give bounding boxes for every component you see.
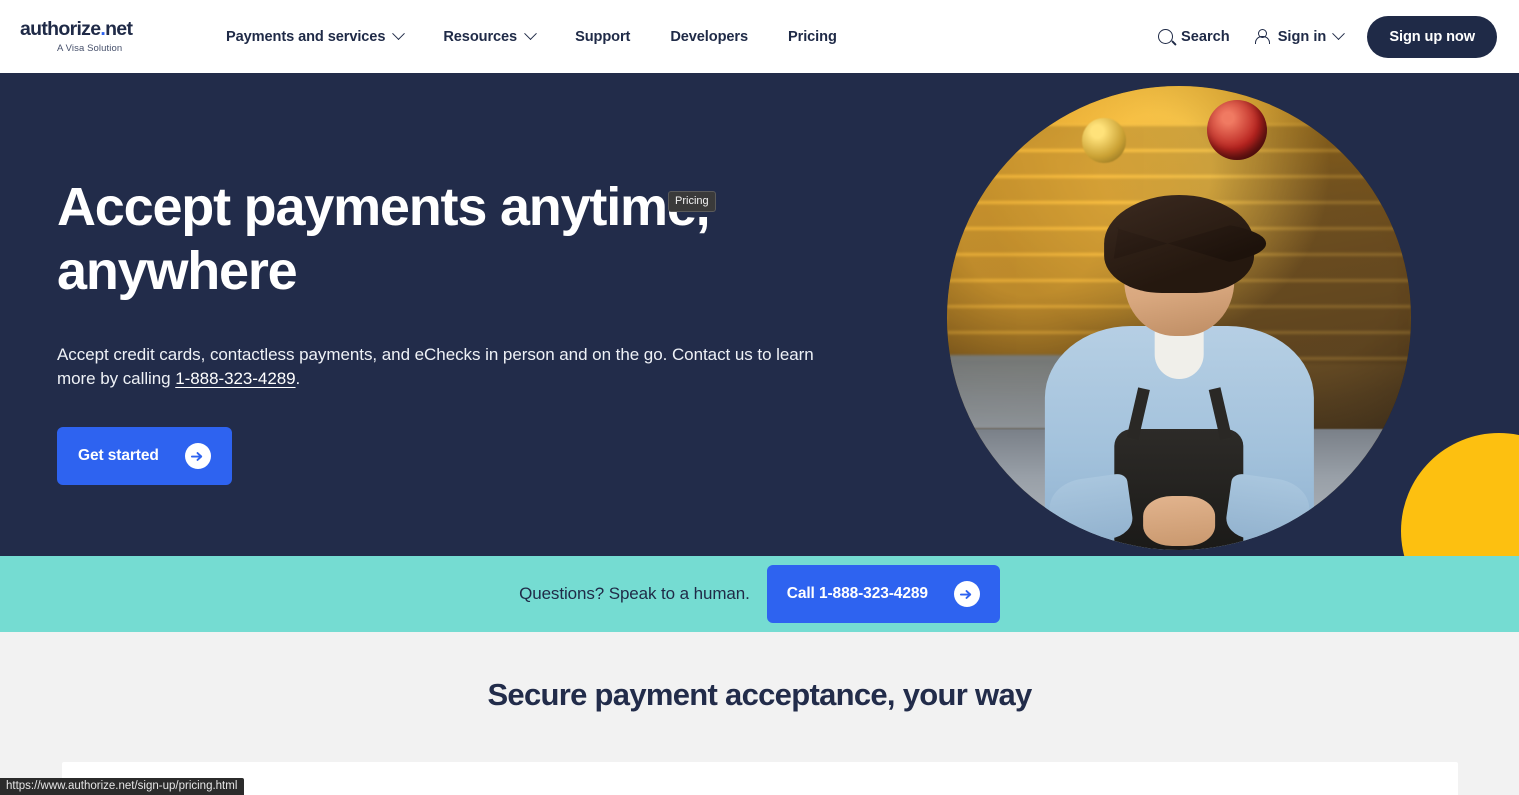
nav-label: Developers (670, 28, 748, 45)
site-logo[interactable]: authorize.net A Visa Solution (20, 18, 152, 54)
red-ornament (1206, 99, 1268, 161)
hero-phone-link[interactable]: 1-888-323-4289 (175, 369, 295, 388)
search-icon (1158, 29, 1174, 44)
call-button[interactable]: Call 1-888-323-4289 (766, 565, 1000, 623)
hero-paragraph-before: Accept credit cards, contactless payment… (57, 345, 814, 388)
logo-subtitle: A Visa Solution (57, 42, 123, 54)
hero-section: Accept payments anytime, anywhere Accept… (0, 73, 1519, 556)
arrow-right-icon (184, 443, 211, 469)
page-root: authorize.net A Visa Solution Payments a… (0, 0, 1519, 795)
nav-label: Pricing (788, 28, 837, 45)
logo-tld: net (105, 18, 133, 40)
link-tooltip: Pricing (668, 191, 716, 212)
nav-item-payments-and-services[interactable]: Payments and services (206, 21, 423, 53)
person-hands (1142, 495, 1216, 547)
call-button-label: Call 1-888-323-4289 (786, 585, 928, 602)
nav-item-pricing[interactable]: Pricing (768, 21, 857, 53)
get-started-label: Get started (78, 447, 159, 464)
primary-navigation: Payments and services Resources Support … (206, 21, 857, 53)
hero-copy: Accept payments anytime, anywhere Accept… (57, 175, 857, 485)
logo-wordmark: authorize.net (20, 18, 133, 40)
search-button[interactable]: Search (1146, 21, 1242, 53)
secure-payment-section: Secure payment acceptance, your way (0, 632, 1519, 795)
nav-label: Support (575, 28, 631, 45)
sign-in-label: Sign in (1277, 28, 1327, 45)
contact-banner: Questions? Speak to a human. Call 1-888-… (0, 556, 1519, 632)
hero-paragraph-after: . (295, 369, 301, 388)
person-hair (1103, 195, 1255, 294)
photo-person (1044, 188, 1314, 550)
browser-status-bar: https://www.authorize.net/sign-up/pricin… (0, 778, 245, 795)
gold-ornament (1081, 118, 1126, 163)
section-heading: Secure payment acceptance, your way (487, 677, 1032, 712)
chevron-down-icon (392, 27, 406, 41)
search-label: Search (1181, 28, 1230, 45)
header-actions: Search Sign in Sign up now (1146, 15, 1519, 58)
nav-label: Resources (443, 28, 518, 45)
apron-strap-left (1126, 387, 1150, 440)
nav-item-resources[interactable]: Resources (423, 21, 555, 53)
apron-strap-right (1208, 387, 1232, 440)
get-started-button[interactable]: Get started (57, 427, 232, 485)
decorative-yellow-circle (1401, 433, 1519, 556)
section-card (62, 762, 1458, 795)
chevron-down-icon (1332, 27, 1346, 41)
chevron-down-icon (524, 27, 537, 41)
contact-banner-text: Questions? Speak to a human. (519, 584, 750, 603)
hero-paragraph: Accept credit cards, contactless payment… (57, 343, 827, 391)
nav-item-support[interactable]: Support (555, 21, 650, 53)
sign-up-now-button[interactable]: Sign up now (1367, 15, 1497, 58)
sign-in-menu[interactable]: Sign in (1242, 21, 1356, 53)
hero-photo (947, 86, 1411, 550)
hero-heading: Accept payments anytime, anywhere (57, 177, 711, 301)
arrow-right-icon (953, 581, 980, 607)
user-icon (1254, 28, 1271, 45)
nav-item-developers[interactable]: Developers (650, 21, 768, 53)
person-shirt (1154, 330, 1204, 380)
site-header: authorize.net A Visa Solution Payments a… (0, 0, 1519, 73)
nav-label: Payments and services (226, 28, 386, 45)
logo-name-main: authorize (20, 18, 101, 40)
